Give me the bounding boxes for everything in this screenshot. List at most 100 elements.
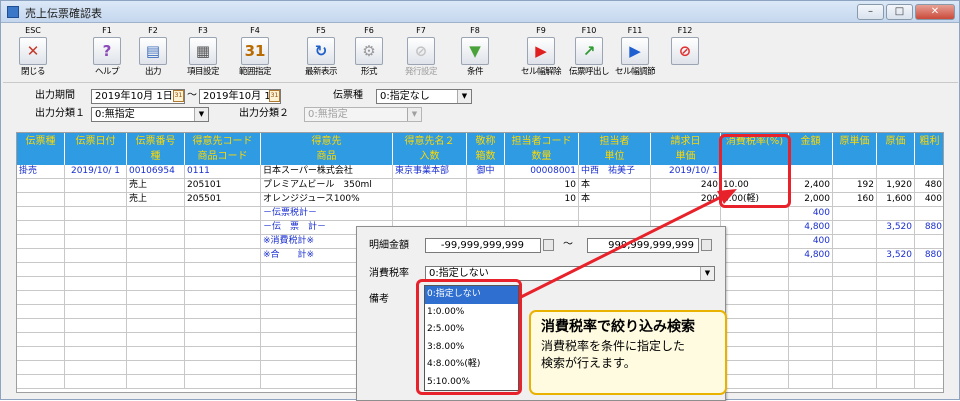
toolbar-button-f5[interactable]: F5 ↻ 最新表示 — [295, 25, 347, 81]
calendar-icon[interactable]: 31 — [173, 90, 184, 102]
column-header[interactable]: 得意先名２ 入数 — [393, 133, 467, 165]
table-cell — [915, 305, 943, 319]
table-cell: 2019/10/ 1 — [651, 165, 721, 179]
close-window-button[interactable]: ✕ — [915, 4, 955, 20]
period-from-field[interactable]: 2019年10月 1日 — [91, 89, 185, 104]
header-line2: 数量 — [531, 151, 552, 162]
play-red-icon: ▶ — [527, 37, 555, 65]
slip-type-select[interactable]: 0:指定なし ▼ — [376, 89, 472, 104]
calculator-icon[interactable] — [543, 239, 554, 251]
column-header[interactable]: 得意先 商品 — [261, 133, 393, 165]
table-row[interactable]: 掛売 2019/10/ 1 00106954 0111 日本スーパー株式会社 東京事業本部… — [17, 165, 943, 179]
table-cell: 205501 — [185, 193, 261, 207]
table-cell — [651, 207, 721, 221]
amount-label: 明細金額 — [369, 240, 409, 251]
header-line2: 単位 — [604, 151, 625, 162]
column-header[interactable]: 原価 — [877, 133, 915, 165]
table-cell — [65, 305, 127, 319]
toolbar-button-f7: F7 ⊘ 発行設定 — [395, 25, 447, 81]
table-cell — [65, 221, 127, 235]
chevron-down-icon[interactable]: ▼ — [700, 267, 714, 280]
column-header[interactable]: 粗利 — [915, 133, 943, 165]
table-cell — [17, 249, 65, 263]
table-cell — [65, 249, 127, 263]
filter-icon: ▼ — [461, 37, 489, 65]
header-line1: 敬称 — [475, 136, 496, 147]
play-blue-icon: ▶ — [621, 37, 649, 65]
calendar-icon[interactable]: 31 — [269, 90, 280, 102]
toolbar-button-f2[interactable]: F2 ▤ 出力 — [127, 25, 179, 81]
toolbar-button-f3[interactable]: F3 ▦ 項目設定 — [177, 25, 229, 81]
header-line1: 原価 — [885, 136, 906, 147]
toolbar-button-f9[interactable]: F9 ▶ セル幅解除 — [515, 25, 567, 81]
column-header[interactable]: 敬称 箱数 — [467, 133, 505, 165]
table-cell — [65, 207, 127, 221]
maximize-button[interactable]: □ — [886, 4, 913, 20]
table-cell — [721, 277, 789, 291]
toolbar-button-esc[interactable]: ESC ✕ 閉じる — [7, 25, 59, 81]
function-key-label: F3 — [198, 26, 208, 35]
tax-rate-label: 消費税率 — [369, 268, 409, 279]
column-header[interactable]: 担当者 単位 — [579, 133, 651, 165]
toolbar-button-f4[interactable]: F4 31 範囲指定 — [229, 25, 281, 81]
toolbar-button-f1[interactable]: F1? ヘルプ — [81, 25, 133, 81]
table-cell — [185, 319, 261, 333]
column-header[interactable]: 担当者コード 数量 — [505, 133, 579, 165]
function-key-label: ESC — [25, 26, 41, 35]
table-cell — [127, 333, 185, 347]
column-header[interactable]: 伝票種 — [17, 133, 65, 165]
table-cell — [185, 333, 261, 347]
column-header[interactable]: 金額 — [789, 133, 833, 165]
column-header[interactable]: 原単価 — [833, 133, 877, 165]
filter-panel: 出力期間 2019年10月 1日 31 〜 2019年10月 1日 31 伝票種… — [1, 85, 959, 129]
column-header[interactable]: 伝票番号種 — [127, 133, 185, 165]
header-line2: 入数 — [419, 151, 440, 162]
refresh-icon: ↻ — [307, 37, 335, 65]
table-cell — [65, 375, 127, 389]
arrow-up-icon: ↗ — [575, 37, 603, 65]
table-cell — [127, 305, 185, 319]
table-cell — [721, 319, 789, 333]
toolbar-button-f8[interactable]: F8 ▼ 条件 — [449, 25, 501, 81]
table-cell — [467, 179, 505, 193]
amount-to-field[interactable]: 999,999,999,999 — [587, 238, 699, 253]
table-cell — [185, 277, 261, 291]
minimize-button[interactable]: – — [857, 4, 884, 20]
table-cell — [17, 263, 65, 277]
chevron-down-icon[interactable]: ▼ — [194, 108, 208, 121]
chevron-down-icon[interactable]: ▼ — [457, 90, 471, 103]
toolbar-button-f11[interactable]: F11 ▶ セル幅調節 — [609, 25, 661, 81]
toolbar-button-f12[interactable]: F12 ⊘ — [659, 25, 711, 81]
toolbar-button-label: 項目設定 — [186, 67, 220, 77]
table-cell — [65, 291, 127, 305]
header-line1: 得意先コード — [192, 136, 253, 147]
header-line2: 箱数 — [475, 151, 496, 162]
table-cell — [833, 249, 877, 263]
function-key-label: F6 — [364, 26, 374, 35]
icon-glyph: ▤ — [145, 42, 161, 60]
column-header[interactable]: 得意先コード 商品コード — [185, 133, 261, 165]
amount-from-field[interactable]: -99,999,999,999 — [425, 238, 541, 253]
toolbar-button-f10[interactable]: F10 ↗ 伝票呼出し — [563, 25, 615, 81]
toolbar-button-label: ヘルプ — [94, 67, 120, 77]
table-cell — [789, 361, 833, 375]
header-line2: 商品コード — [197, 151, 248, 162]
table-row[interactable]: －伝票税計－ 400 — [17, 207, 943, 221]
class1-select[interactable]: 0:無指定 ▼ — [91, 107, 209, 122]
header-line2: 種 — [150, 151, 161, 162]
table-cell — [833, 375, 877, 389]
table-cell — [65, 319, 127, 333]
table-cell: 売上 — [127, 193, 185, 207]
icon-glyph: ⊘ — [414, 42, 428, 60]
table-cell: 1,920 — [877, 179, 915, 193]
calculator-icon[interactable] — [701, 239, 712, 251]
grid-header: 伝票種 伝票日付 伝票番号種得意先コード 商品コード 得意先 商品 得意先名２ 入数 敬称 箱数担… — [17, 133, 943, 165]
toolbar-button-f6[interactable]: F6 ⚙ 形式 — [343, 25, 395, 81]
table-row[interactable]: 売上 205101 プレミアムビール 350ml 10 本 240 10.00 2,400 19… — [17, 179, 943, 193]
table-cell — [915, 333, 943, 347]
table-row[interactable]: 売上 205501 オレンジジュース100% 10 本 200 8.00(軽) 2,000 16… — [17, 193, 943, 207]
column-header[interactable]: 伝票日付 — [65, 133, 127, 165]
table-cell — [17, 319, 65, 333]
column-header[interactable]: 請求日 単価 — [651, 133, 721, 165]
table-cell — [127, 319, 185, 333]
